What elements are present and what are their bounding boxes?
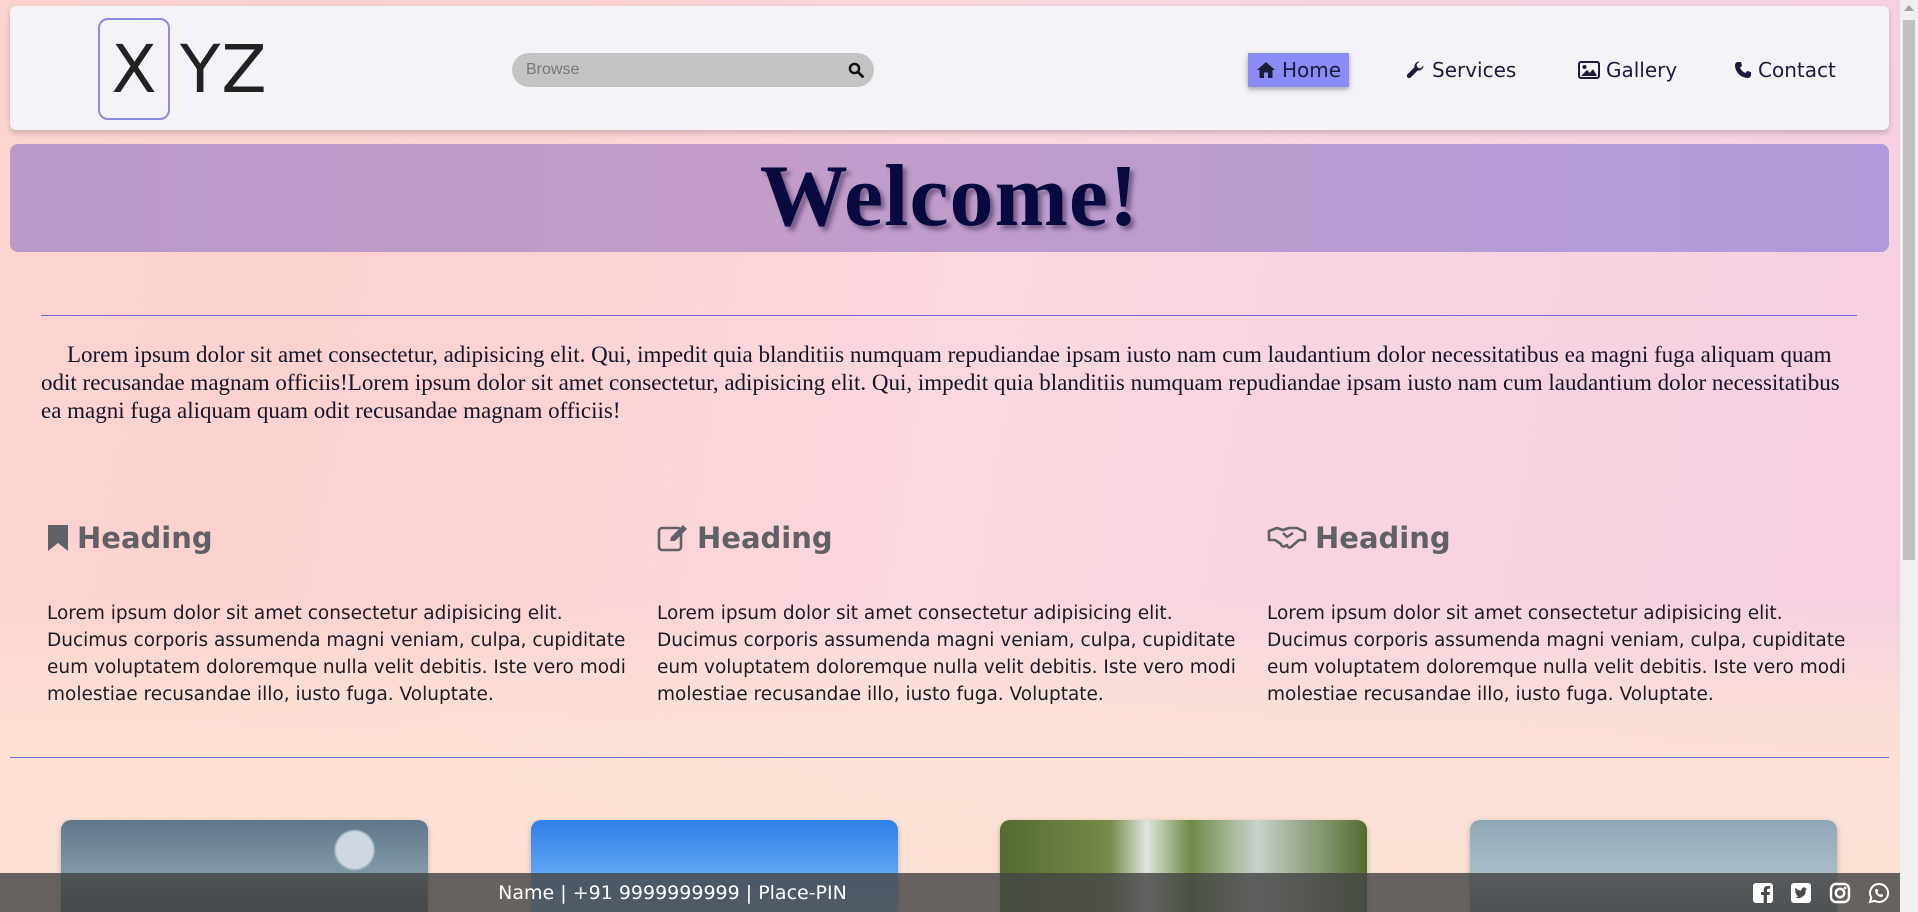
vertical-scrollbar[interactable] [1900,0,1918,912]
feature-heading: Heading [1267,518,1847,558]
nav-services-label: Services [1432,58,1517,82]
twitter-icon[interactable] [1790,882,1812,904]
feature-heading: Heading [47,518,627,558]
scrollbar-thumb[interactable] [1903,20,1915,560]
logo[interactable]: X YZ [98,18,268,120]
nav-services[interactable]: Services [1398,53,1524,87]
wrench-icon [1406,60,1426,80]
image-icon [1578,61,1600,79]
whatsapp-icon[interactable] [1868,882,1890,904]
scroll-up-arrow-icon[interactable] [1904,5,1914,11]
feature-text: Lorem ipsum dolor sit amet consectetur a… [1267,603,1846,705]
nav-home[interactable]: Home [1248,53,1350,87]
facebook-icon[interactable] [1752,882,1774,904]
feature-heading-text: Heading [77,521,213,555]
page-title: Welcome! [759,147,1140,245]
bookmark-icon [47,524,69,552]
feature-heading-text: Heading [1315,521,1451,555]
feature-heading-text: Heading [697,521,833,555]
handshake-icon [1267,525,1307,551]
feature-text: Lorem ipsum dolor sit amet consectetur a… [47,603,626,705]
logo-text: YZ [180,30,268,108]
feature-column: Heading Lorem ipsum dolor sit amet conse… [1267,518,1847,708]
search-button[interactable] [838,53,874,87]
logo-mark: X [98,18,170,120]
phone-icon [1734,61,1752,79]
nav-contact-label: Contact [1758,58,1836,82]
welcome-banner: Welcome! [10,144,1889,252]
nav-gallery-label: Gallery [1606,58,1678,82]
site-header: X YZ Home Services Gallery Contact [10,6,1889,130]
footer-contact-info: Name | +91 9999999999 | Place-PIN [498,881,847,904]
divider [10,757,1889,758]
nav-contact[interactable]: Contact [1726,53,1844,87]
feature-column: Heading Lorem ipsum dolor sit amet conse… [47,518,627,708]
instagram-icon[interactable] [1829,882,1851,904]
nav-home-label: Home [1282,58,1342,82]
feature-column: Heading Lorem ipsum dolor sit amet conse… [657,518,1237,708]
search-bar [512,53,874,87]
search-input[interactable] [512,61,838,79]
feature-heading: Heading [657,518,1237,558]
feature-text: Lorem ipsum dolor sit amet consectetur a… [657,603,1236,705]
intro-paragraph: Lorem ipsum dolor sit amet consectetur, … [41,342,1840,423]
home-icon [1256,61,1276,79]
nav-gallery[interactable]: Gallery [1570,53,1685,87]
divider [41,315,1857,316]
edit-icon [657,524,689,552]
site-footer: Name | +91 9999999999 | Place-PIN [0,873,1918,912]
search-icon [848,62,864,78]
